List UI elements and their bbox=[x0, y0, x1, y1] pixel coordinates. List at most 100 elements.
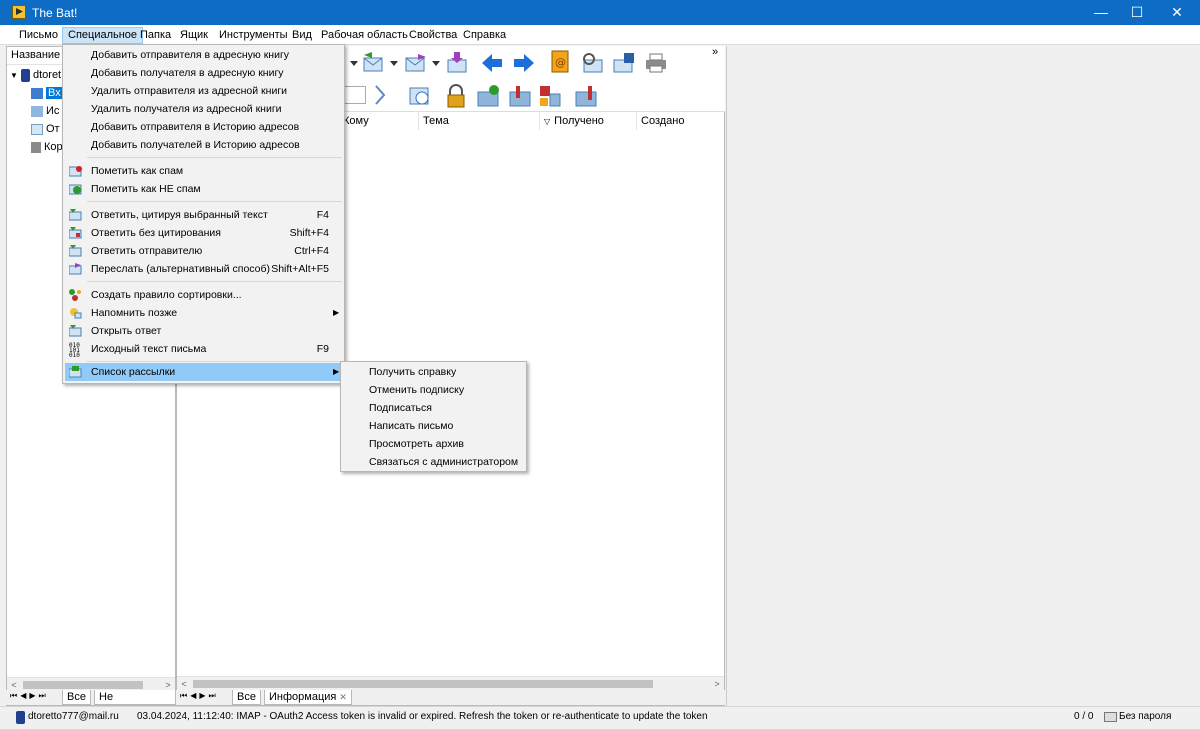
menu-create-sort-rule[interactable]: Создать правило сортировки... bbox=[65, 286, 342, 304]
menu-separator bbox=[87, 157, 342, 158]
menu-add-recipient-to-addressbook[interactable]: Добавить получателя в адресную книгу bbox=[65, 64, 342, 82]
column-received[interactable]: ▽ Получено bbox=[540, 112, 637, 130]
column-created[interactable]: Создано bbox=[637, 112, 725, 130]
message-hscrollbar[interactable]: < > bbox=[177, 676, 724, 690]
menu-reply-quote-selected[interactable]: Ответить, цитируя выбранный текст F4 bbox=[65, 206, 342, 224]
folder-sent-label: От bbox=[46, 123, 60, 135]
tab-all-folders[interactable]: Все bbox=[62, 690, 91, 705]
previous-arrow-icon[interactable] bbox=[480, 52, 504, 74]
menu-add-sender-to-history[interactable]: Добавить отправителя в Историю адресов bbox=[65, 118, 342, 136]
folder-properties-icon[interactable] bbox=[508, 84, 532, 107]
reply-sender-icon bbox=[68, 245, 82, 257]
menu-reply-no-quote[interactable]: Ответить без цитирования Shift+F4 bbox=[65, 224, 342, 242]
column-subject[interactable]: Тема bbox=[419, 112, 540, 130]
chevron-right-icon[interactable] bbox=[372, 84, 396, 106]
tab-all-messages[interactable]: Все bbox=[232, 690, 261, 705]
folder-sent[interactable]: От bbox=[31, 121, 60, 138]
tab-label: Все bbox=[67, 691, 86, 703]
account-node[interactable]: ▼ dtoret bbox=[10, 67, 61, 84]
menu-help[interactable]: Справка bbox=[458, 27, 511, 44]
dropdown-arrow-icon[interactable] bbox=[430, 52, 442, 74]
menu-mark-spam[interactable]: Пометить как спам bbox=[65, 162, 342, 180]
find-message-icon[interactable] bbox=[580, 52, 604, 74]
submenu-get-help[interactable]: Получить справку bbox=[343, 363, 524, 381]
menu-mailing-list[interactable]: Список рассылки ▶ bbox=[65, 363, 342, 381]
menu-view[interactable]: Вид bbox=[287, 27, 317, 44]
menu-special[interactable]: Специальное bbox=[62, 27, 144, 44]
save-message-icon[interactable] bbox=[612, 52, 636, 74]
submenu-subscribe[interactable]: Подписаться bbox=[343, 399, 524, 417]
menu-remove-recipient-from-addressbook[interactable]: Удалить получателя из адресной книги bbox=[65, 100, 342, 118]
submenu-arrow-icon: ▶ bbox=[333, 308, 340, 317]
close-button[interactable]: ✕ bbox=[1154, 0, 1200, 25]
menu-item-label: Просмотреть архив bbox=[369, 438, 464, 450]
sort-filter-icon[interactable] bbox=[538, 84, 562, 107]
scroll-right-icon[interactable]: > bbox=[710, 677, 724, 691]
close-tab-icon[interactable]: ✕ bbox=[339, 692, 347, 702]
menu-add-recipients-to-history[interactable]: Добавить получателей в Историю адресов bbox=[65, 136, 342, 154]
menu-shortcut: Shift+F4 bbox=[289, 227, 329, 239]
menu-source-text[interactable]: 010 101 010 Исходный текст письма F9 bbox=[65, 340, 342, 359]
collapse-chevron-icon[interactable]: ▼ bbox=[10, 71, 18, 80]
scroll-thumb[interactable] bbox=[193, 680, 653, 688]
folder-tools-icon[interactable] bbox=[574, 84, 598, 107]
menu-box[interactable]: Ящик bbox=[175, 27, 213, 44]
menu-workspace[interactable]: Рабочая область bbox=[316, 27, 413, 44]
message-count: 0 / 0 bbox=[1074, 711, 1094, 722]
tab-information[interactable]: Информация ✕ bbox=[264, 690, 352, 705]
menu-folder[interactable]: Папка bbox=[135, 27, 176, 44]
dropdown-arrow-icon[interactable] bbox=[388, 52, 400, 74]
menu-item-label: Добавить отправителя в Историю адресов bbox=[91, 121, 300, 133]
address-book-icon[interactable]: @ bbox=[548, 50, 572, 73]
dropdown-arrow-icon[interactable] bbox=[348, 52, 362, 74]
print-icon[interactable] bbox=[644, 52, 668, 74]
reply-quote-icon bbox=[68, 209, 82, 221]
folder-inbox[interactable]: Вх bbox=[31, 85, 63, 102]
menu-item-label: Ответить без цитирования bbox=[91, 227, 221, 239]
reply-all-icon[interactable] bbox=[362, 52, 386, 74]
lock-icon[interactable] bbox=[444, 84, 468, 108]
tab-nav-arrows-icon[interactable]: ⏮◀▶⏭ bbox=[180, 691, 219, 701]
menu-remove-sender-from-addressbook[interactable]: Удалить отправителя из адресной книги bbox=[65, 82, 342, 100]
tab-unread[interactable]: Не прочитано✕ bbox=[94, 690, 176, 717]
menu-remind-later[interactable]: Напомнить позже ▶ bbox=[65, 304, 342, 322]
toolbar-overflow-icon[interactable]: » bbox=[712, 46, 718, 58]
account-name: dtoret bbox=[32, 69, 62, 81]
menu-add-sender-to-addressbook[interactable]: Добавить отправителя в адресную книгу bbox=[65, 46, 342, 64]
submenu-view-archive[interactable]: Просмотреть архив bbox=[343, 435, 524, 453]
menu-forward-alternative[interactable]: Переслать (альтернативный способ) Shift+… bbox=[65, 260, 342, 278]
folder-outbox[interactable]: Ис bbox=[31, 103, 59, 120]
new-folder-icon[interactable] bbox=[476, 84, 500, 107]
folder-hscrollbar[interactable]: < > bbox=[7, 677, 175, 691]
menu-shortcut: F9 bbox=[316, 343, 329, 355]
quick-search-box[interactable] bbox=[342, 86, 366, 104]
submenu-unsubscribe[interactable]: Отменить подписку bbox=[343, 381, 524, 399]
folder-filter-tabs: ⏮◀▶⏭ Все Не прочитано✕ bbox=[6, 690, 176, 717]
scroll-left-icon[interactable]: < bbox=[177, 677, 191, 691]
menu-open-reply[interactable]: Открыть ответ bbox=[65, 322, 342, 340]
menu-item-label: Добавить получателей в Историю адресов bbox=[91, 139, 300, 151]
menu-item-label: Исходный текст письма bbox=[91, 343, 207, 355]
menu-bar: Письмо Специальное Папка Ящик Инструмент… bbox=[0, 25, 1200, 45]
menu-separator bbox=[87, 281, 342, 282]
scroll-thumb[interactable] bbox=[23, 681, 143, 689]
menu-shortcut: F4 bbox=[316, 209, 329, 221]
submenu-write-letter[interactable]: Написать письмо bbox=[343, 417, 524, 435]
trash-icon bbox=[31, 141, 41, 153]
menu-item-label: Получить справку bbox=[369, 366, 457, 378]
column-to[interactable]: Кому bbox=[339, 112, 419, 130]
menu-reply-sender[interactable]: Ответить отправителю Ctrl+F4 bbox=[65, 242, 342, 260]
menu-item-label: Написать письмо bbox=[369, 420, 454, 432]
submenu-contact-admin[interactable]: Связаться с администратором bbox=[343, 453, 524, 471]
tab-nav-arrows-icon[interactable]: ⏮◀▶⏭ bbox=[10, 691, 49, 701]
menu-mark-not-spam[interactable]: Пометить как НЕ спам bbox=[65, 180, 342, 198]
redirect-icon[interactable] bbox=[446, 52, 470, 74]
menu-item-label: Открыть ответ bbox=[91, 325, 162, 337]
folder-trash[interactable]: Кор bbox=[31, 139, 63, 156]
menu-tools[interactable]: Инструменты bbox=[214, 27, 293, 44]
menu-letter[interactable]: Письмо bbox=[14, 27, 63, 44]
forward-icon[interactable] bbox=[404, 52, 428, 74]
next-arrow-icon[interactable] bbox=[512, 52, 536, 74]
check-mail-icon[interactable] bbox=[408, 84, 432, 106]
menu-properties[interactable]: Свойства bbox=[404, 27, 462, 44]
